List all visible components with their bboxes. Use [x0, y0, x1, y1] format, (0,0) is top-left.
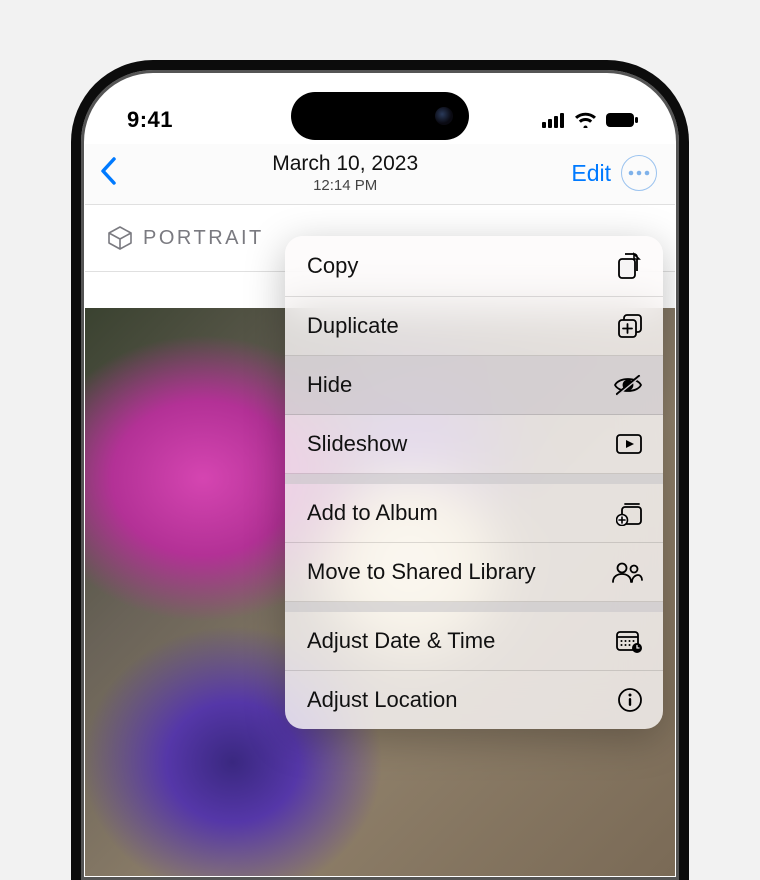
context-menu: Copy Duplicate	[285, 236, 663, 729]
mute-switch	[71, 240, 72, 278]
battery-icon	[605, 112, 639, 128]
menu-item-label: Hide	[307, 372, 352, 398]
volume-up-button	[71, 310, 72, 380]
menu-divider	[285, 474, 663, 484]
menu-item-add-to-album[interactable]: Add to Album	[285, 484, 663, 543]
menu-item-label: Slideshow	[307, 431, 407, 457]
menu-item-slideshow[interactable]: Slideshow	[285, 415, 663, 474]
navigation-bar: March 10, 2023 12:14 PM Edit	[85, 144, 675, 204]
ellipsis-circle-icon	[628, 170, 650, 176]
nav-title: March 10, 2023 12:14 PM	[119, 152, 571, 194]
eye-slash-icon	[613, 374, 643, 396]
menu-item-hide[interactable]: Hide	[285, 356, 663, 415]
menu-item-label: Adjust Location	[307, 687, 457, 713]
cube-icon	[107, 225, 133, 251]
menu-item-label: Duplicate	[307, 313, 399, 339]
status-indicators	[542, 112, 639, 128]
menu-item-label: Adjust Date & Time	[307, 628, 495, 654]
calendar-clock-icon	[615, 629, 643, 654]
menu-item-adjust-location[interactable]: Adjust Location	[285, 671, 663, 729]
copy-icon	[617, 252, 643, 280]
menu-item-label: Add to Album	[307, 500, 438, 526]
nav-date: March 10, 2023	[119, 152, 571, 176]
menu-item-duplicate[interactable]: Duplicate	[285, 297, 663, 356]
info-circle-icon	[617, 687, 643, 713]
menu-item-adjust-date[interactable]: Adjust Date & Time	[285, 612, 663, 671]
play-rectangle-icon	[615, 433, 643, 455]
menu-item-label: Move to Shared Library	[307, 559, 536, 585]
more-button[interactable]	[621, 155, 657, 191]
cellular-icon	[542, 112, 566, 128]
portrait-label: PORTRAIT	[143, 227, 264, 250]
menu-item-copy[interactable]: Copy	[285, 236, 663, 297]
wifi-icon	[574, 112, 597, 128]
album-plus-icon	[616, 501, 643, 526]
edit-button[interactable]: Edit	[571, 160, 611, 187]
back-button[interactable]	[99, 156, 119, 191]
volume-down-button	[71, 400, 72, 470]
menu-item-label: Copy	[307, 253, 358, 279]
duplicate-icon	[617, 313, 643, 339]
dynamic-island	[291, 92, 469, 140]
status-time: 9:41	[127, 107, 173, 133]
people-icon	[611, 561, 643, 583]
menu-item-move-shared[interactable]: Move to Shared Library	[285, 543, 663, 602]
menu-divider	[285, 602, 663, 612]
phone-frame: 9:41	[71, 60, 689, 880]
power-button	[688, 310, 689, 420]
nav-time: 12:14 PM	[119, 177, 571, 194]
